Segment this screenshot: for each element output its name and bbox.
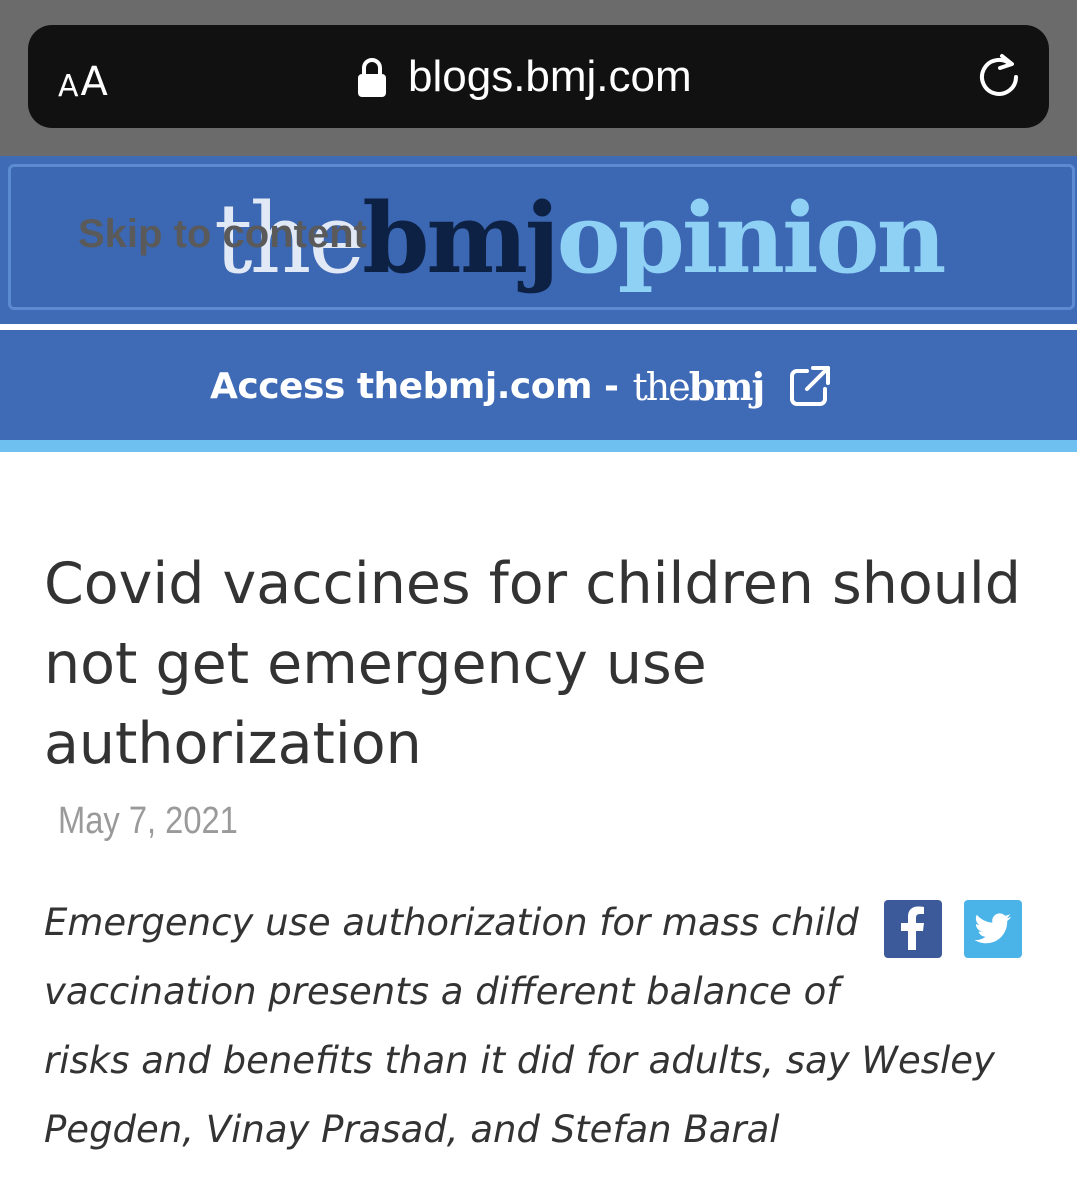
access-stripe	[0, 440, 1077, 452]
url-display[interactable]: blogs.bmj.com	[356, 48, 692, 106]
standfirst-line: vaccination presents a different balance…	[44, 970, 840, 1013]
facebook-icon	[901, 906, 924, 950]
access-logo-bmj: bmj	[688, 363, 766, 409]
logo-bmj: bmj	[362, 182, 559, 295]
article-title: Covid vaccines for children should not g…	[44, 544, 1034, 784]
reader-small-letter: A	[58, 69, 79, 104]
reader-view-button[interactable]: A A	[58, 52, 108, 102]
twitter-share-button[interactable]	[964, 900, 1022, 958]
twitter-icon	[974, 913, 1011, 944]
skip-to-content-link[interactable]: Skip to content	[78, 212, 367, 257]
article-date: May 7, 2021	[58, 800, 238, 842]
title-line: not get emergency use	[44, 631, 707, 697]
url-text: blogs.bmj.com	[408, 52, 692, 101]
facebook-share-button[interactable]	[884, 900, 942, 958]
title-line: authorization	[44, 711, 422, 777]
reload-icon[interactable]	[972, 50, 1026, 104]
access-logo-the: the	[632, 364, 690, 409]
standfirst-line: risks and benefits than it did for adult…	[44, 1039, 995, 1082]
access-logo: thebmj	[632, 363, 766, 409]
logo-opinion: opinion	[556, 182, 947, 295]
access-thebmj-link[interactable]: Access thebmj.com - thebmj	[210, 356, 833, 416]
lock-icon	[358, 58, 386, 97]
reader-big-letter: A	[80, 59, 108, 105]
access-text: Access thebmj.com -	[210, 365, 619, 407]
external-link-icon	[790, 366, 831, 406]
standfirst-line: Pegden, Vinay Prasad, and Stefan Baral	[44, 1108, 780, 1151]
title-line: Covid vaccines for children should	[44, 551, 1021, 617]
